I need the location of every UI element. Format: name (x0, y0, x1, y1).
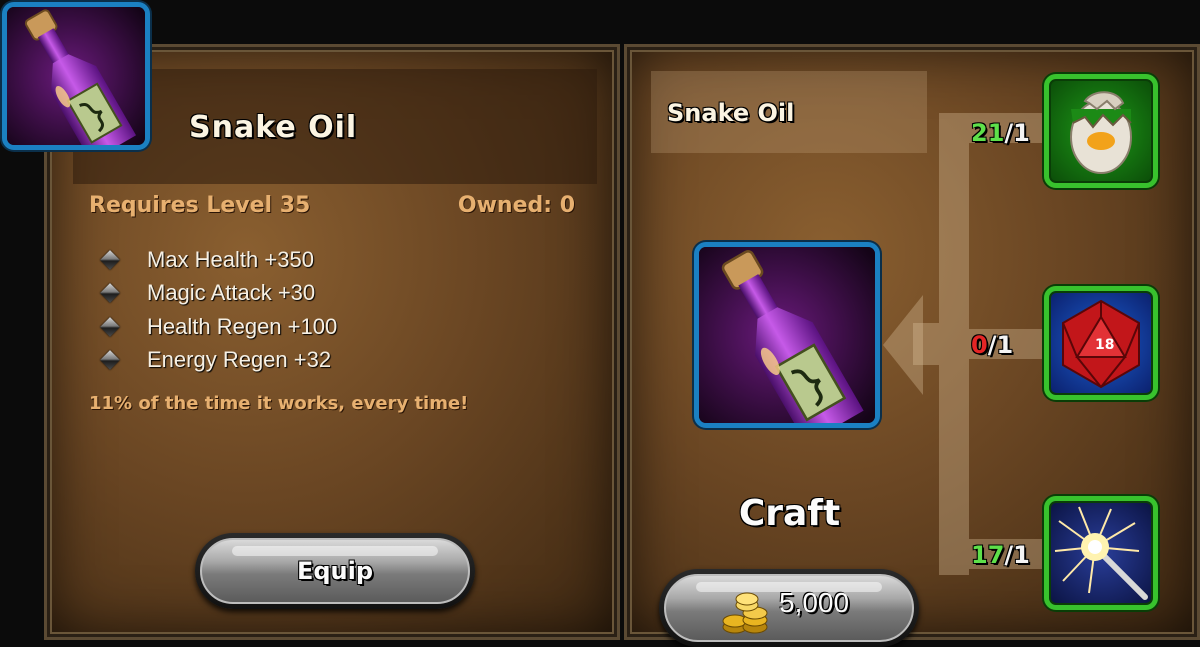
ingredient-count-dice: 0/1 (971, 331, 1013, 359)
item-icon-slot[interactable] (2, 2, 150, 150)
count-slash: / (1004, 541, 1014, 569)
ingredient-have: 17 (971, 541, 1005, 569)
potion-bottle-icon (699, 247, 875, 423)
stat-row: Magic Attack +30 (100, 277, 337, 311)
equip-button-label: Equip (296, 557, 374, 585)
required-level: Requires Level 35 (89, 193, 311, 218)
ingredient-need: 1 (1013, 119, 1030, 147)
svg-text:18: 18 (1095, 337, 1114, 353)
craft-result-icon-slot[interactable] (694, 242, 880, 428)
ingredient-have: 0 (971, 331, 988, 359)
stat-text: Energy Regen +32 (147, 347, 332, 373)
bullet-diamond-icon (100, 316, 120, 337)
craft-title: Craft (738, 493, 841, 534)
recipe-name: Snake Oil (667, 99, 795, 127)
stat-row: Max Health +350 (100, 243, 337, 277)
item-flavor-text: 11% of the time it works, every time! (89, 393, 469, 414)
equip-button[interactable]: Equip (195, 533, 475, 609)
stat-row: Energy Regen +32 (100, 344, 337, 378)
gold-coins-icon (722, 592, 768, 634)
stat-text: Health Regen +100 (147, 313, 338, 339)
recipe-connector-vertical (939, 113, 969, 575)
stat-row: Health Regen +100 (100, 310, 338, 344)
craft-arrow-icon (883, 295, 923, 395)
owned-count: Owned: 0 (457, 193, 575, 218)
ingredient-have: 21 (971, 119, 1005, 147)
bullet-diamond-icon (100, 350, 120, 371)
stat-text: Max Health +350 (147, 246, 314, 272)
ingredient-count-egg: 21/1 (971, 119, 1030, 147)
ingredient-slot-egg[interactable] (1044, 74, 1158, 188)
ingredient-slot-dice[interactable]: 18 (1044, 286, 1158, 400)
item-stats-list: Max Health +350 Magic Attack +30 Health … (100, 243, 338, 378)
ingredient-need: 1 (1013, 541, 1030, 569)
ingredient-slot-sparkler[interactable] (1044, 496, 1158, 610)
ingredient-count-sparkler: 17/1 (971, 541, 1030, 569)
bullet-diamond-icon (100, 283, 120, 304)
craft-cost: 5,000 (779, 587, 850, 618)
bullet-diamond-icon (100, 249, 120, 270)
cracked-egg-icon (1070, 91, 1132, 174)
ingredient-need: 1 (996, 331, 1014, 359)
potion-bottle-icon (7, 7, 145, 145)
stat-text: Magic Attack +30 (147, 280, 316, 306)
sparkler-icon (1054, 506, 1148, 600)
count-slash: / (1004, 119, 1014, 147)
item-title: Snake Oil (189, 110, 358, 145)
red-d20-dice-icon: 18 (1062, 299, 1140, 389)
equip-button-face[interactable]: Equip (200, 538, 470, 604)
